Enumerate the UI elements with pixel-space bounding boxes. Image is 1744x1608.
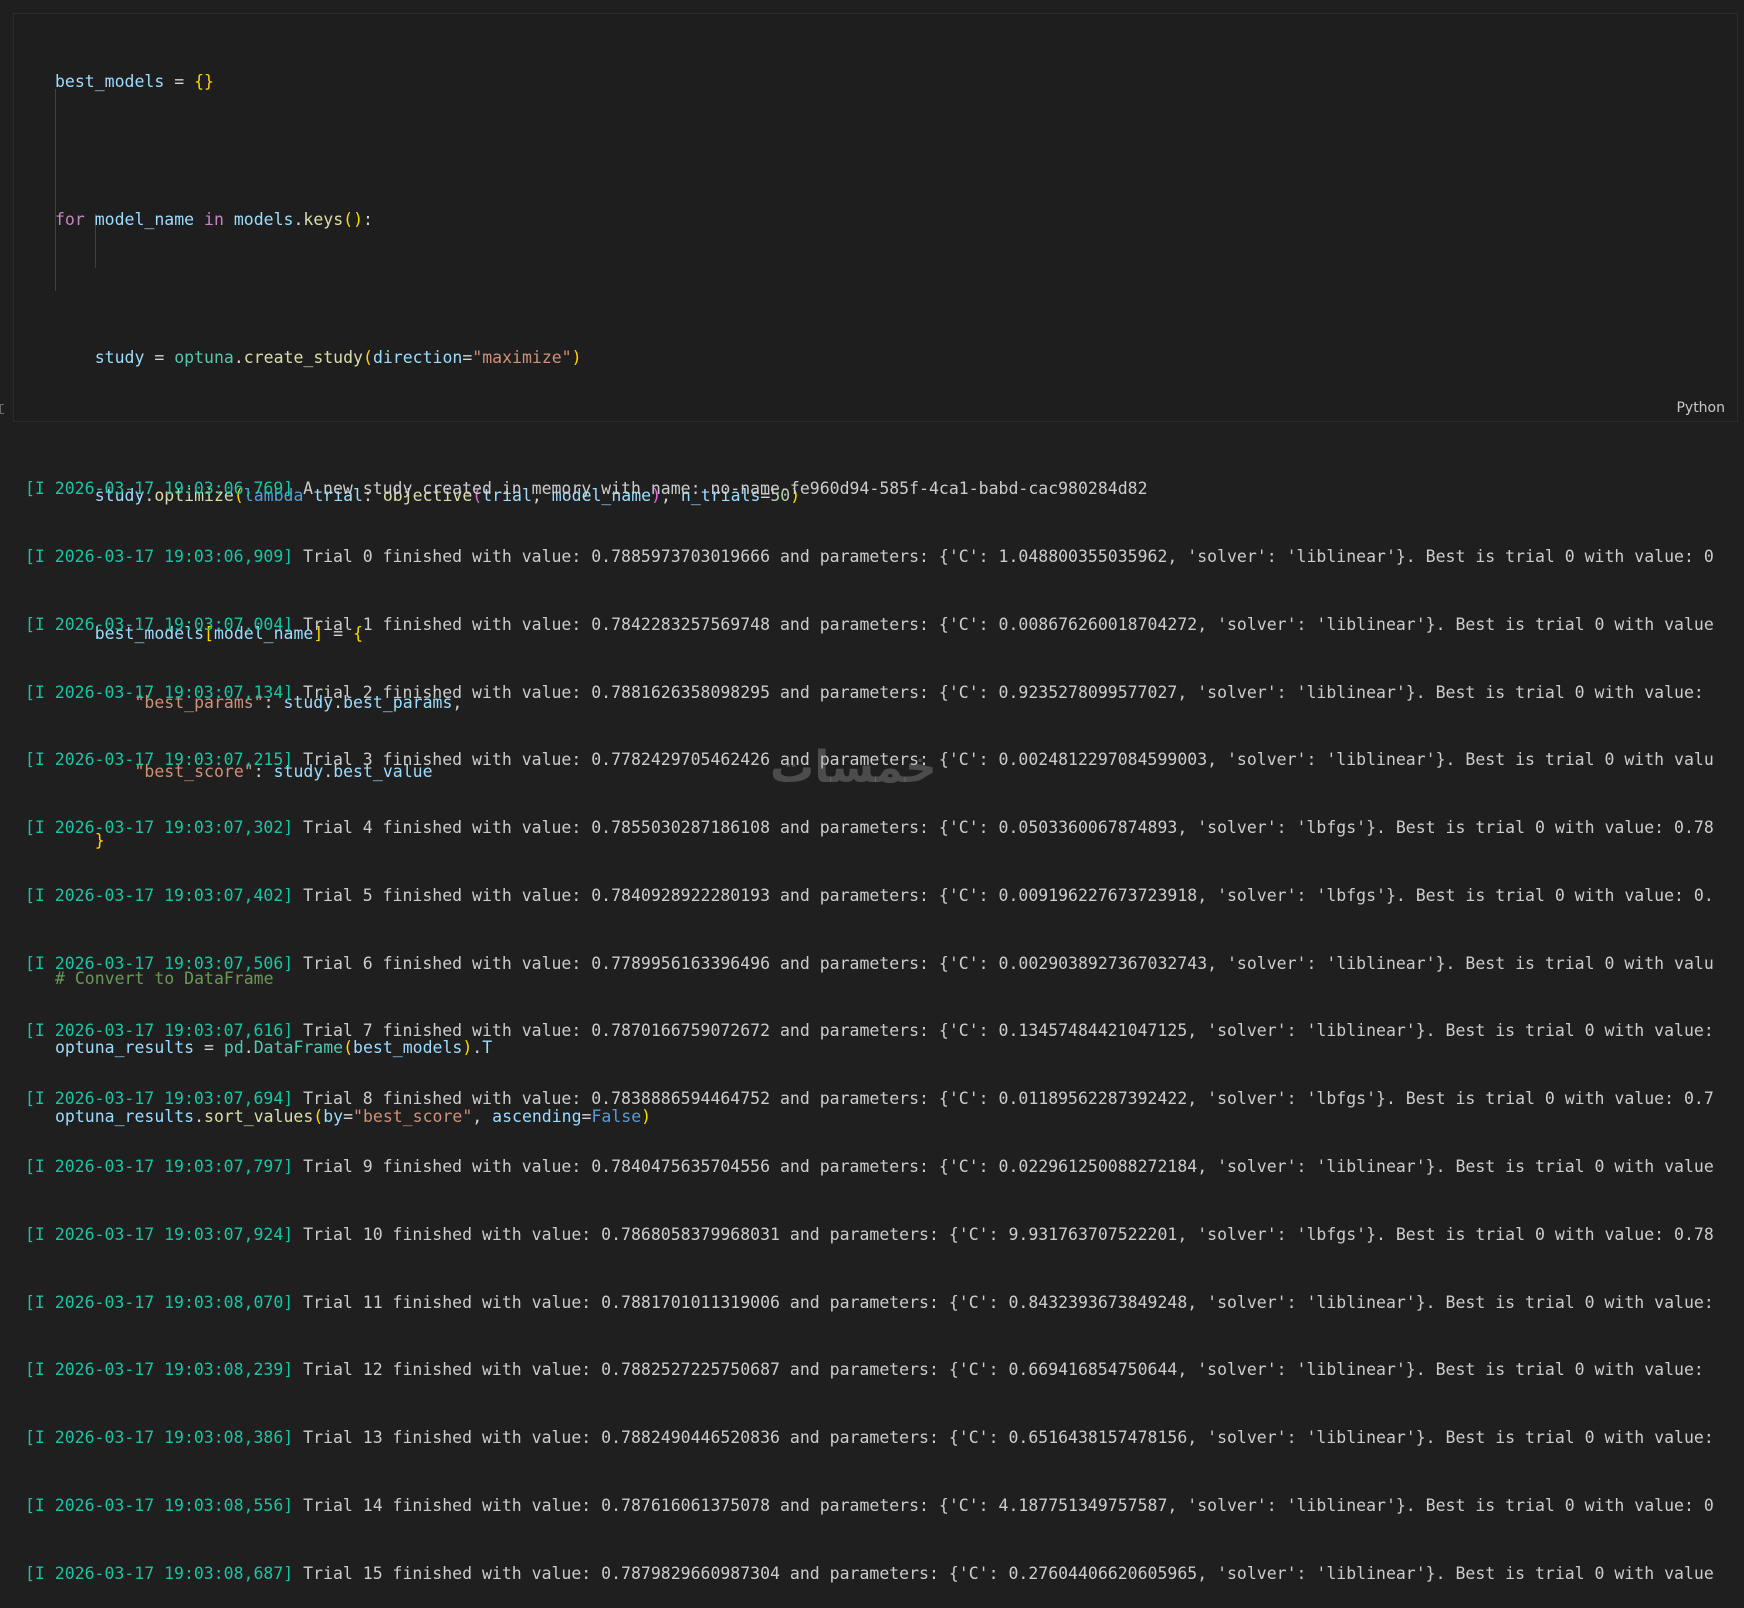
log-timestamp: [I 2026-03-17 19:03:08,239] — [25, 1360, 294, 1380]
log-timestamp: [I 2026-03-17 19:03:08,070] — [25, 1292, 294, 1312]
log-message: Trial 8 finished with value: 0.783888659… — [293, 1089, 1714, 1109]
cell-execution-marker — [0, 404, 4, 414]
output-row: [I 2026-03-17 19:03:07,215] Trial 3 fini… — [25, 749, 1740, 772]
cell-output: [I 2026-03-17 19:03:06,769] A new study … — [25, 433, 1740, 1608]
log-message: Trial 13 finished with value: 0.78824904… — [293, 1428, 1714, 1448]
output-row: [I 2026-03-17 19:03:08,386] Trial 13 fin… — [25, 1427, 1740, 1450]
log-timestamp: [I 2026-03-17 19:03:07,302] — [25, 818, 294, 838]
output-row: [I 2026-03-17 19:03:07,402] Trial 5 fini… — [25, 885, 1740, 908]
log-timestamp: [I 2026-03-17 19:03:07,924] — [25, 1224, 294, 1244]
log-message: Trial 0 finished with value: 0.788597370… — [293, 546, 1714, 566]
log-timestamp: [I 2026-03-17 19:03:07,616] — [25, 1021, 294, 1041]
code-line-3: study = optuna.create_study(direction="m… — [94, 348, 582, 367]
log-message: Trial 5 finished with value: 0.784092892… — [293, 885, 1714, 905]
log-message: Trial 10 finished with value: 0.78680583… — [293, 1224, 1714, 1244]
log-timestamp: [I 2026-03-17 19:03:07,402] — [25, 885, 294, 905]
output-row: [I 2026-03-17 19:03:07,004] Trial 1 fini… — [25, 614, 1740, 637]
log-message: Trial 14 finished with value: 0.78761606… — [293, 1495, 1714, 1515]
log-message: Trial 1 finished with value: 0.784228325… — [293, 614, 1714, 634]
log-timestamp: [I 2026-03-17 19:03:06,769] — [25, 479, 294, 499]
log-message: Trial 11 finished with value: 0.78817010… — [293, 1292, 1714, 1312]
log-timestamp: [I 2026-03-17 19:03:07,004] — [25, 614, 294, 634]
output-row: [I 2026-03-17 19:03:08,239] Trial 12 fin… — [25, 1359, 1740, 1382]
log-timestamp: [I 2026-03-17 19:03:07,134] — [25, 682, 294, 702]
log-message: Trial 15 finished with value: 0.78798296… — [293, 1563, 1714, 1583]
log-timestamp: [I 2026-03-17 19:03:08,556] — [25, 1495, 294, 1515]
output-row: [I 2026-03-17 19:03:07,506] Trial 6 fini… — [25, 953, 1740, 976]
log-timestamp: [I 2026-03-17 19:03:06,909] — [25, 546, 294, 566]
output-row: [I 2026-03-17 19:03:08,687] Trial 15 fin… — [25, 1563, 1740, 1586]
output-row: [I 2026-03-17 19:03:07,924] Trial 10 fin… — [25, 1224, 1740, 1247]
output-row: [I 2026-03-17 19:03:06,769] A new study … — [25, 478, 1740, 501]
log-message: Trial 9 finished with value: 0.784047563… — [293, 1157, 1714, 1176]
output-row: [I 2026-03-17 19:03:07,694] Trial 8 fini… — [25, 1088, 1740, 1111]
log-message: Trial 12 finished with value: 0.78825272… — [293, 1360, 1714, 1380]
log-message: Trial 4 finished with value: 0.785503028… — [293, 818, 1714, 838]
output-row: [I 2026-03-17 19:03:07,616] Trial 7 fini… — [25, 1020, 1740, 1043]
output-row: [I 2026-03-17 19:03:07,134] Trial 2 fini… — [25, 682, 1740, 705]
code-line-1: best_models = {} — [55, 72, 214, 91]
code-cell[interactable]: best_models = {} for model_name in model… — [13, 13, 1738, 1126]
output-row: [I 2026-03-17 19:03:06,909] Trial 0 fini… — [25, 546, 1740, 569]
cell-language-label[interactable]: Python — [1676, 400, 1725, 416]
output-row: [I 2026-03-17 19:03:07,797] Trial 9 fini… — [25, 1156, 1740, 1179]
log-message: Trial 3 finished with value: 0.778242970… — [293, 750, 1714, 770]
log-message: A new study created in memory with name:… — [293, 479, 1148, 499]
log-message: Trial 6 finished with value: 0.778995616… — [293, 953, 1714, 973]
log-timestamp: [I 2026-03-17 19:03:07,215] — [25, 750, 294, 770]
log-timestamp: [I 2026-03-17 19:03:08,386] — [25, 1428, 294, 1448]
log-timestamp: [I 2026-03-17 19:03:07,694] — [25, 1089, 294, 1109]
log-message: Trial 2 finished with value: 0.788162635… — [293, 682, 1714, 702]
log-message: Trial 7 finished with value: 0.787016675… — [293, 1021, 1714, 1041]
output-row: [I 2026-03-17 19:03:08,070] Trial 11 fin… — [25, 1292, 1740, 1315]
log-timestamp: [I 2026-03-17 19:03:07,797] — [25, 1157, 294, 1176]
code-line-2: for model_name in models.keys(): — [55, 210, 373, 229]
log-timestamp: [I 2026-03-17 19:03:07,506] — [25, 953, 294, 973]
output-row: [I 2026-03-17 19:03:07,302] Trial 4 fini… — [25, 817, 1740, 840]
log-timestamp: [I 2026-03-17 19:03:08,687] — [25, 1563, 294, 1583]
output-row: [I 2026-03-17 19:03:08,556] Trial 14 fin… — [25, 1495, 1740, 1518]
